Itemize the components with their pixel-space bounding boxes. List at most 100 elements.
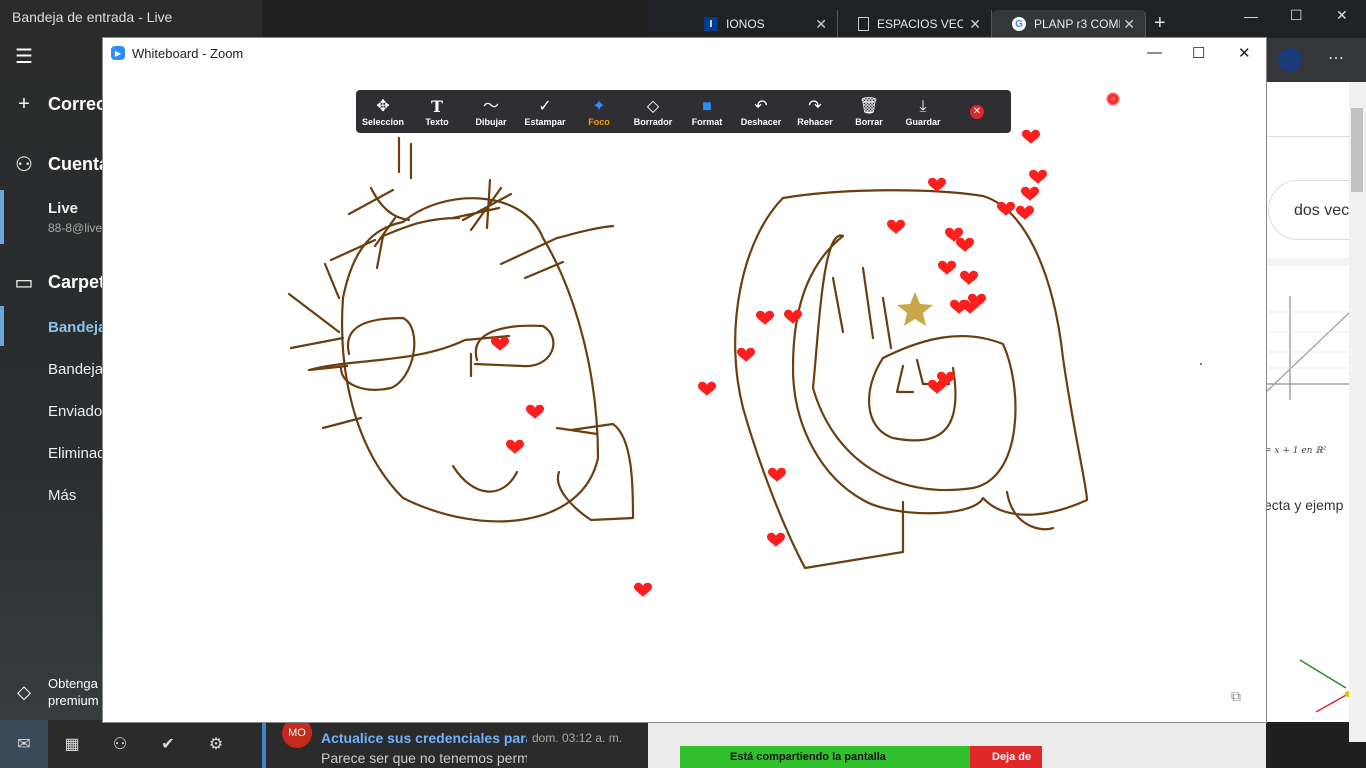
folder-more[interactable]: Más <box>48 487 76 504</box>
right-eye <box>473 324 555 368</box>
zoom-whiteboard-window: ▶ Whiteboard - Zoom — ☐ ✕ ✥ Seleccion T Te… <box>102 37 1267 723</box>
heart-stamp <box>960 270 978 285</box>
person-icon: ⚇ <box>15 153 33 176</box>
doc-icon <box>858 17 869 31</box>
close-tab-icon[interactable]: ✕ <box>815 16 827 33</box>
hair-end <box>1005 490 1055 531</box>
graph-equation: = x + 1 en ℝ² <box>1264 446 1327 456</box>
account-name[interactable]: Live <box>48 200 78 217</box>
graph-thumbnail <box>1266 296 1350 400</box>
hair-strokes <box>287 178 615 350</box>
folder-inbox-2[interactable]: Bandeja <box>48 361 103 378</box>
whiteboard-canvas[interactable] <box>103 68 1266 722</box>
tool-borrar[interactable]: 🗑 Borrar <box>842 90 896 133</box>
tab-espacios-vectoriales[interactable]: ESPACIOS VECTO ✕ <box>838 10 992 38</box>
tool-dibujar[interactable]: 〜 Dibujar <box>464 90 518 133</box>
more-menu-icon[interactable]: ⋯ <box>1328 48 1344 68</box>
drawing-strokes <box>287 136 1089 570</box>
tool-label: Guardar <box>905 116 941 127</box>
new-tab-button[interactable]: + <box>1154 12 1166 35</box>
tab-label: PLANP r3 COMPL <box>1034 17 1120 31</box>
ink-dot <box>1200 363 1202 365</box>
close-icon[interactable]: ✕ <box>1238 44 1251 62</box>
left-eye-glasses <box>307 316 511 391</box>
tool-label: Format <box>691 116 723 127</box>
heart-stamp <box>1016 205 1034 220</box>
folder-inbox[interactable]: Bandeja <box>48 319 106 336</box>
heart-stamp <box>938 260 956 275</box>
message-unread-bar <box>262 716 266 768</box>
heart-stamps <box>491 129 1202 597</box>
calendar-icon[interactable]: ▦ <box>48 720 96 768</box>
left-hair-line <box>734 196 905 570</box>
new-mail-label: Correo <box>48 93 108 114</box>
tab-planp[interactable]: G PLANP r3 COMPL ✕ <box>992 10 1146 38</box>
close-tab-icon[interactable]: ✕ <box>969 16 981 33</box>
heart-stamp <box>784 309 802 324</box>
todo-icon[interactable]: ✔ <box>144 720 192 768</box>
message-item[interactable]: MO Actualice sus credenciales para dom. … <box>262 716 648 768</box>
whiteboard-toolbar: ✥ Seleccion T Texto 〜 Dibujar ✓ Estampar ✦ Fo… <box>356 90 1011 133</box>
maximize-icon[interactable]: ☐ <box>1290 7 1303 24</box>
tool-label: Foco <box>588 116 610 127</box>
tool-label: Estampar <box>524 116 566 127</box>
premium-line2: premium <box>48 693 99 708</box>
heart-stamp <box>928 177 946 192</box>
hamburger-icon: ☰ <box>15 45 33 68</box>
tool-guardar[interactable]: ⤓ Guardar <box>896 90 950 133</box>
heart-stamp <box>634 582 652 597</box>
tool-borrador[interactable]: ◇ Borrador <box>626 90 680 133</box>
close-icon[interactable]: ✕ <box>1336 7 1348 24</box>
profile-avatar[interactable] <box>1278 48 1302 72</box>
tool-estampar[interactable]: ✓ Estampar <box>518 90 572 133</box>
facial-details <box>831 266 951 394</box>
move-icon: ✥ <box>376 97 390 115</box>
heart-stamp <box>756 310 774 325</box>
tool-seleccion[interactable]: ✥ Seleccion <box>356 90 410 133</box>
close-tab-icon[interactable]: ✕ <box>1123 16 1135 33</box>
tool-format[interactable]: ■ Format <box>680 90 734 133</box>
heart-stamp <box>526 404 544 419</box>
tab-ionos[interactable]: I IONOS ✕ <box>684 10 838 38</box>
settings-icon[interactable]: ⚙ <box>192 720 240 768</box>
tool-label: Borrar <box>855 116 883 127</box>
google-icon: G <box>1012 17 1026 31</box>
face-inner <box>811 234 1017 492</box>
message-date: dom. 03:12 a. m. <box>532 731 623 745</box>
ionos-icon: I <box>704 17 718 31</box>
folder-sent[interactable]: Enviados <box>48 403 110 420</box>
people-icon[interactable]: ⚇ <box>96 720 144 768</box>
tool-foco[interactable]: ✦ Foco <box>572 90 626 133</box>
heart-stamp <box>956 237 974 252</box>
tool-label: Deshacer <box>740 116 782 127</box>
mail-icon[interactable]: ✉ <box>0 720 48 768</box>
diamond-icon: ◇ <box>17 681 31 702</box>
scrollbar-thumb[interactable] <box>1351 108 1363 192</box>
heart-stamp <box>491 336 509 351</box>
tool-label: Rehacer <box>797 116 833 127</box>
minimize-icon[interactable]: — <box>1244 8 1258 24</box>
heart-stamp <box>1029 169 1047 184</box>
browser-tab-strip: I IONOS ✕ ESPACIOS VECTO ✕ G PLANP r3 CO… <box>684 10 1146 38</box>
close-toolbar-icon[interactable]: ✕ <box>970 104 984 119</box>
star-stamp <box>897 292 933 326</box>
trash-icon: 🗑 <box>858 97 880 115</box>
browser-toolbar: ⋯ <box>1266 38 1366 82</box>
divider <box>1266 258 1350 266</box>
new-whiteboard-icon[interactable]: ⧉ <box>1231 688 1241 705</box>
tool-deshacer[interactable]: ↶ Deshacer <box>734 90 788 133</box>
minimize-icon[interactable]: — <box>1147 44 1162 61</box>
folders-label: Carpet <box>48 271 106 292</box>
premium-line1: Obtenga <box>48 676 98 691</box>
tool-texto[interactable]: T Texto <box>410 90 464 133</box>
divider <box>1266 136 1350 137</box>
heart-stamp <box>1022 129 1040 144</box>
tool-rehacer[interactable]: ↷ Rehacer <box>788 90 842 133</box>
accounts-label: Cuenta <box>48 153 110 174</box>
stop-share-button[interactable]: Deja de <box>970 746 1042 768</box>
maximize-icon[interactable]: ☐ <box>1192 44 1205 62</box>
zoom-window-title: Whiteboard - Zoom <box>132 45 244 61</box>
result-text[interactable]: ecta y ejemp <box>1264 497 1343 513</box>
folder-deleted[interactable]: Eliminad <box>48 445 106 462</box>
heart-stamp <box>737 347 755 362</box>
